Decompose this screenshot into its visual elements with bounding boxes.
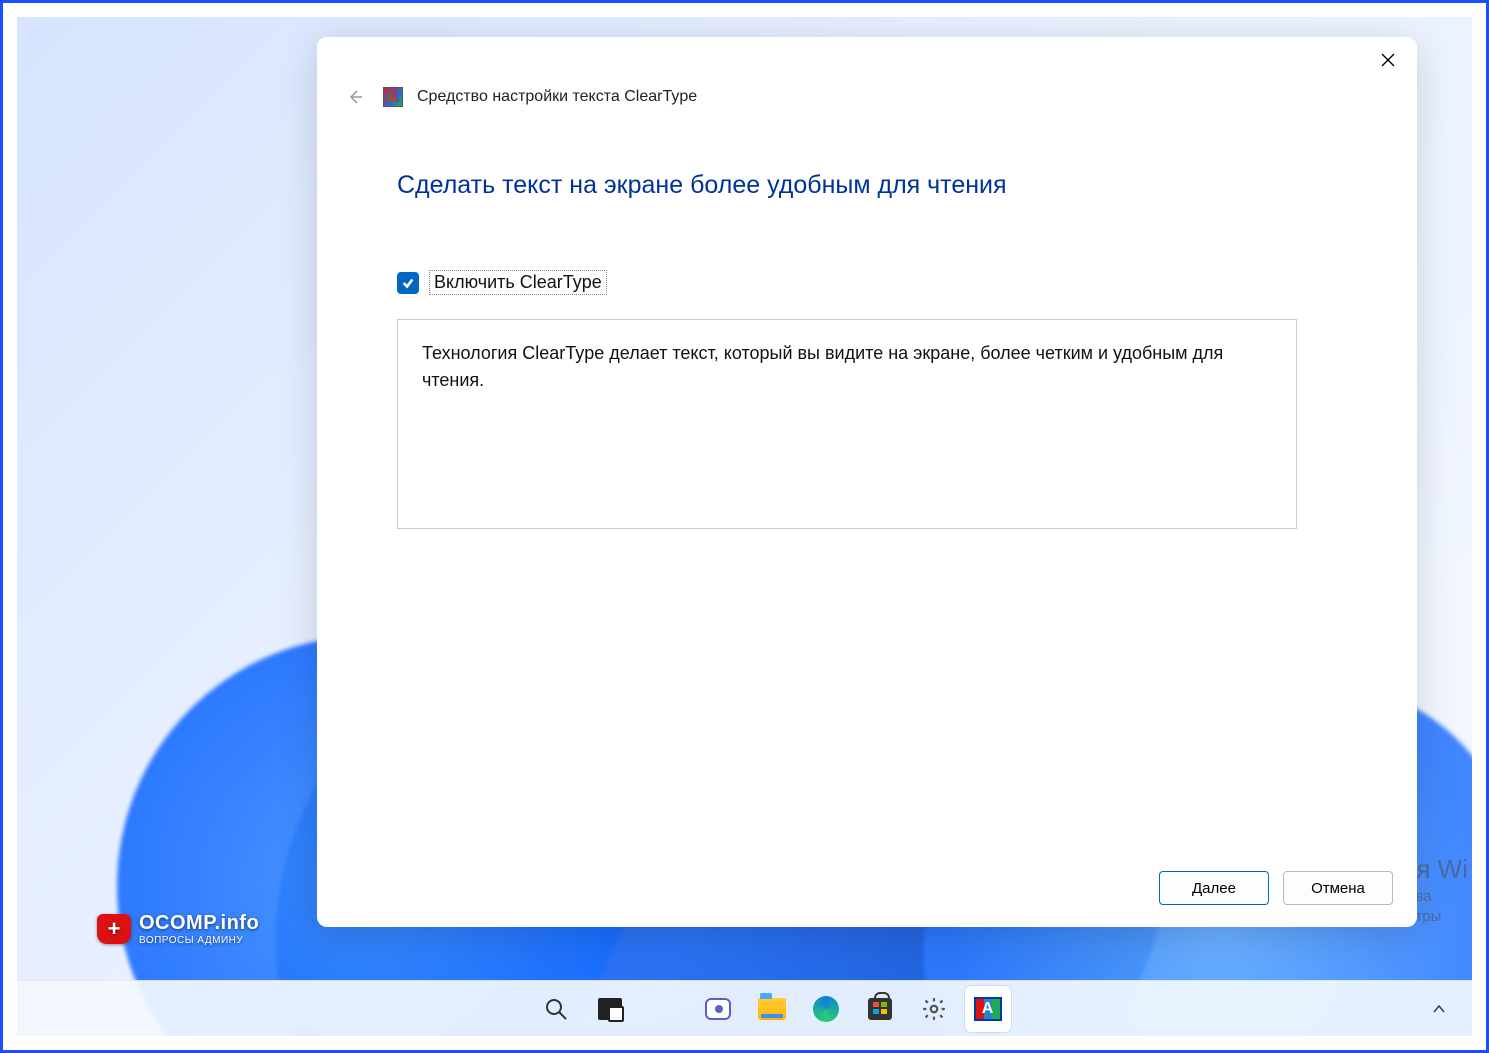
edge-icon bbox=[812, 995, 840, 1023]
page-heading: Сделать текст на экране более удобным дл… bbox=[397, 171, 1337, 200]
taskbar-search[interactable] bbox=[533, 986, 579, 1032]
gear-icon bbox=[920, 995, 948, 1023]
taskbar-widgets[interactable] bbox=[641, 986, 687, 1032]
dialog-footer: Далее Отмена bbox=[317, 853, 1417, 927]
chevron-up-icon bbox=[1432, 1002, 1446, 1016]
taskbar-task-view[interactable] bbox=[587, 986, 633, 1032]
plus-badge-icon bbox=[97, 914, 131, 944]
taskbar: A bbox=[17, 980, 1472, 1036]
enable-cleartype-option[interactable]: Включить ClearType bbox=[397, 270, 1337, 295]
desktop: OCOMP.info ВОПРОСЫ АДМИНУ Активация Wi Ч… bbox=[17, 17, 1472, 1036]
taskbar-store[interactable] bbox=[857, 986, 903, 1032]
cleartype-icon: A bbox=[974, 995, 1002, 1023]
next-button[interactable]: Далее bbox=[1159, 871, 1269, 905]
chat-icon bbox=[704, 995, 732, 1023]
checkbox[interactable] bbox=[397, 272, 419, 294]
taskbar-settings[interactable] bbox=[911, 986, 957, 1032]
site-watermark: OCOMP.info ВОПРОСЫ АДМИНУ bbox=[97, 912, 259, 946]
taskbar-file-explorer[interactable] bbox=[749, 986, 795, 1032]
arrow-left-icon bbox=[346, 88, 364, 106]
cleartype-wizard-window: A Средство настройки текста ClearType Сд… bbox=[317, 37, 1417, 927]
screenshot-frame: OCOMP.info ВОПРОСЫ АДМИНУ Активация Wi Ч… bbox=[0, 0, 1489, 1053]
widgets-icon bbox=[651, 996, 677, 1022]
taskbar-start[interactable] bbox=[479, 986, 525, 1032]
checkmark-icon bbox=[401, 276, 415, 290]
description-text: Технология ClearType делает текст, котор… bbox=[397, 319, 1297, 529]
taskbar-center: A bbox=[479, 986, 1011, 1032]
search-icon bbox=[542, 995, 570, 1023]
watermark-subtitle: ВОПРОСЫ АДМИНУ bbox=[139, 935, 259, 946]
cancel-button[interactable]: Отмена bbox=[1283, 871, 1393, 905]
dialog-title: Средство настройки текста ClearType bbox=[417, 88, 697, 106]
task-view-icon bbox=[596, 995, 624, 1023]
taskbar-edge[interactable] bbox=[803, 986, 849, 1032]
dialog-body: Сделать текст на экране более удобным дл… bbox=[317, 121, 1417, 853]
taskbar-cleartype-tuner[interactable]: A bbox=[965, 986, 1011, 1032]
folder-icon bbox=[758, 995, 786, 1023]
close-button[interactable] bbox=[1365, 42, 1411, 78]
dialog-header: A Средство настройки текста ClearType bbox=[317, 83, 1417, 121]
cleartype-app-icon: A bbox=[383, 87, 403, 107]
watermark-title: OCOMP.info bbox=[139, 912, 259, 935]
taskbar-chat[interactable] bbox=[695, 986, 741, 1032]
titlebar bbox=[317, 37, 1417, 83]
windows-icon bbox=[488, 995, 516, 1023]
back-button[interactable] bbox=[341, 83, 369, 111]
store-icon bbox=[866, 995, 894, 1023]
tray-overflow-button[interactable] bbox=[1424, 994, 1454, 1024]
close-icon bbox=[1381, 53, 1395, 67]
checkbox-label: Включить ClearType bbox=[429, 270, 607, 295]
taskbar-tray bbox=[1424, 994, 1454, 1024]
